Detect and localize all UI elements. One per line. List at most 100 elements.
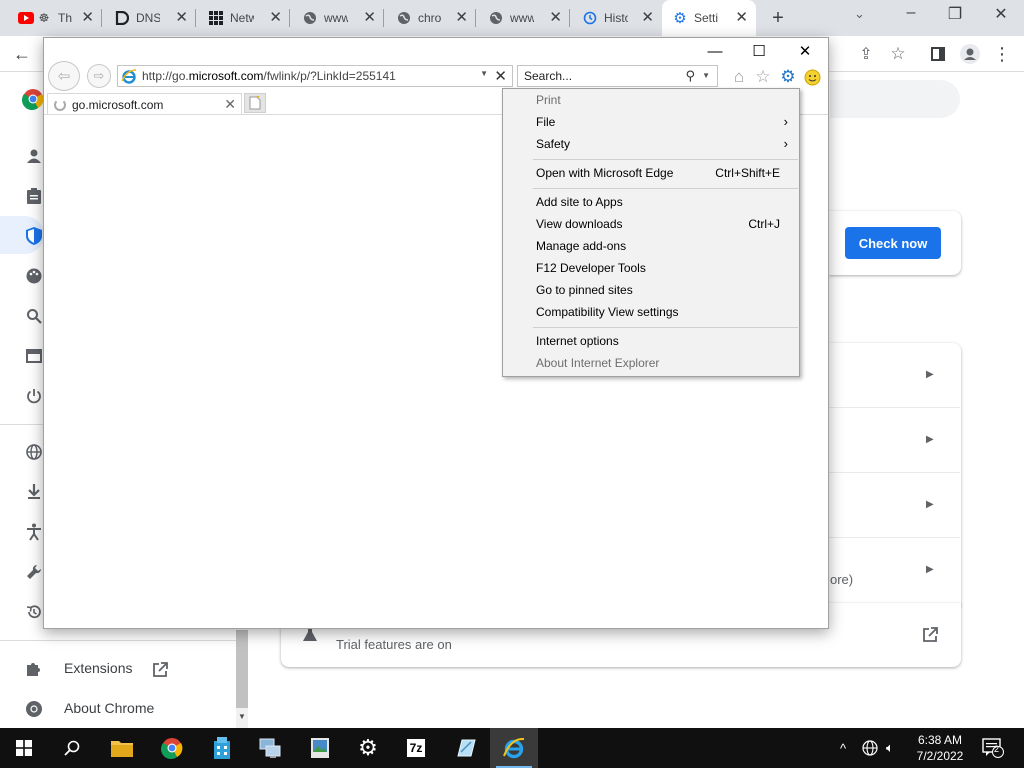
taskbar-clock[interactable]: 6:38 AM 7/2/2022 bbox=[908, 732, 972, 764]
ie-address-bar[interactable]: http://go.microsoft.com/fwlink/p/?LinkId… bbox=[117, 65, 513, 87]
menu-item-manage-addons[interactable]: Manage add-ons bbox=[536, 235, 796, 257]
shield-icon[interactable] bbox=[24, 226, 44, 246]
search-icon[interactable]: ⚲ bbox=[685, 68, 695, 84]
favorites-star-icon[interactable]: ☆ bbox=[753, 67, 773, 87]
close-window-icon[interactable]: ✕ bbox=[986, 4, 1016, 28]
wrench-icon[interactable] bbox=[24, 562, 44, 582]
notepad-pen-icon[interactable] bbox=[442, 728, 490, 768]
ie-close-icon[interactable]: ✕ bbox=[790, 43, 820, 61]
close-tab-icon[interactable]: ✕ bbox=[641, 10, 654, 26]
ie-new-tab-button[interactable] bbox=[244, 93, 266, 113]
7zip-icon[interactable]: 7z bbox=[392, 728, 440, 768]
reset-history-icon[interactable] bbox=[24, 602, 44, 622]
ie-back-button[interactable]: ⇦ bbox=[48, 61, 80, 91]
check-now-button[interactable]: Check now bbox=[845, 227, 941, 259]
tab-www-1[interactable]: www ✕ bbox=[292, 0, 384, 36]
menu-item-compatibility-view[interactable]: Compatibility View settings bbox=[536, 301, 796, 323]
menu-item-pinned-sites[interactable]: Go to pinned sites bbox=[536, 279, 796, 301]
palette-icon[interactable] bbox=[24, 266, 44, 286]
tab-network[interactable]: Netw ✕ bbox=[198, 0, 290, 36]
building-app-icon[interactable] bbox=[198, 728, 246, 768]
feedback-smiley-icon[interactable] bbox=[802, 67, 822, 87]
clipboard-icon[interactable] bbox=[24, 186, 44, 206]
ie-forward-button[interactable]: ⇨ bbox=[87, 64, 111, 88]
menu-item-internet-options[interactable]: Internet options bbox=[536, 330, 796, 352]
settings-gear-icon[interactable]: ⚙ bbox=[344, 728, 392, 768]
close-tab-icon[interactable]: ✕ bbox=[735, 10, 748, 26]
menu-item-f12-developer-tools[interactable]: F12 Developer Tools bbox=[536, 257, 796, 279]
search-icon[interactable] bbox=[24, 306, 44, 326]
scroll-down-arrow-icon[interactable]: ▼ bbox=[236, 712, 248, 726]
row-chevron-icon[interactable]: ▶ bbox=[926, 499, 934, 510]
new-tab-button[interactable]: + bbox=[768, 7, 788, 30]
menu-item-open-with-edge[interactable]: Open with Microsoft Edge Ctrl+Shift+E bbox=[536, 162, 796, 184]
side-panel-icon[interactable] bbox=[926, 42, 950, 66]
power-icon[interactable] bbox=[24, 386, 44, 406]
network-computer-icon[interactable] bbox=[246, 728, 294, 768]
network-globe-icon[interactable] bbox=[862, 728, 878, 768]
tab-dns[interactable]: DNS ✕ bbox=[104, 0, 196, 36]
chrome-about-icon[interactable] bbox=[24, 699, 44, 719]
share-icon[interactable]: ⇪ bbox=[854, 42, 878, 66]
close-tab-icon[interactable]: ✕ bbox=[363, 10, 376, 26]
start-windows-icon[interactable] bbox=[0, 728, 48, 768]
search-icon[interactable] bbox=[48, 728, 96, 768]
language-globe-icon[interactable] bbox=[24, 442, 44, 462]
tab-www-2[interactable]: www ✕ bbox=[478, 0, 570, 36]
close-tab-icon[interactable]: ✕ bbox=[224, 96, 236, 113]
restore-icon[interactable]: ❐ bbox=[940, 4, 970, 28]
stop-loading-icon[interactable]: ✕ bbox=[494, 67, 507, 85]
search-dropdown-icon[interactable]: ▼ bbox=[702, 71, 710, 80]
close-tab-icon[interactable]: ✕ bbox=[175, 10, 188, 26]
menu-item-view-downloads[interactable]: View downloads Ctrl+J bbox=[536, 213, 796, 235]
ie-maximize-icon[interactable]: ☐ bbox=[744, 43, 774, 61]
row-chevron-icon[interactable]: ▶ bbox=[926, 434, 934, 445]
back-arrow-icon[interactable]: ← bbox=[10, 42, 34, 66]
file-explorer-icon[interactable] bbox=[98, 728, 146, 768]
tray-overflow-chevron-icon[interactable]: ^ bbox=[840, 728, 846, 768]
tab-settings[interactable]: ⚙ Setti ✕ bbox=[662, 0, 756, 36]
tab-search-chevron-icon[interactable]: ⌄ bbox=[854, 6, 865, 22]
menu-item-print[interactable]: Print bbox=[536, 89, 796, 111]
extensions-link[interactable]: Extensions bbox=[64, 660, 132, 676]
menu-item-safety[interactable]: Safety › bbox=[536, 133, 796, 155]
ie-minimize-icon[interactable]: — bbox=[700, 43, 730, 61]
internet-explorer-taskbar-icon[interactable] bbox=[490, 728, 538, 768]
profile-avatar-icon[interactable] bbox=[958, 42, 982, 66]
globe-icon bbox=[396, 10, 412, 26]
chrome-taskbar-icon[interactable] bbox=[148, 728, 196, 768]
tab-youtube[interactable]: ☸ Th ✕ bbox=[8, 0, 102, 36]
download-icon[interactable] bbox=[24, 482, 44, 502]
sidebar-scrollbar-thumb[interactable] bbox=[236, 630, 248, 708]
accessibility-icon[interactable] bbox=[24, 522, 44, 542]
bookmark-star-icon[interactable]: ☆ bbox=[886, 42, 910, 66]
home-icon[interactable]: ⌂ bbox=[729, 67, 749, 87]
close-tab-icon[interactable]: ✕ bbox=[269, 10, 282, 26]
tools-gear-icon[interactable]: ⚙ bbox=[778, 67, 798, 87]
row-chevron-icon[interactable]: ▶ bbox=[926, 369, 934, 380]
close-tab-icon[interactable]: ✕ bbox=[455, 10, 468, 26]
row-chevron-icon[interactable]: ▶ bbox=[926, 564, 934, 575]
close-tab-icon[interactable]: ✕ bbox=[81, 10, 94, 26]
menu-item-file[interactable]: File › bbox=[536, 111, 796, 133]
about-chrome-link[interactable]: About Chrome bbox=[64, 700, 154, 716]
settings-search-box[interactable] bbox=[830, 80, 960, 118]
image-viewer-icon[interactable] bbox=[296, 728, 344, 768]
menu-item-add-site-to-apps[interactable]: Add site to Apps bbox=[536, 191, 796, 213]
address-dropdown-icon[interactable]: ▼ bbox=[480, 69, 488, 78]
browser-window-icon[interactable] bbox=[24, 346, 44, 366]
volume-speaker-icon[interactable]: 🔈︎ bbox=[886, 728, 894, 768]
menu-item-about-ie[interactable]: About Internet Explorer bbox=[536, 352, 796, 374]
ie-tab-go-microsoft[interactable]: go.microsoft.com ✕ bbox=[47, 93, 242, 115]
kebab-menu-icon[interactable]: ⋮ bbox=[990, 42, 1014, 66]
tab-history[interactable]: Histo ✕ bbox=[572, 0, 662, 36]
ie-search-box[interactable]: Search... ⚲ ▼ bbox=[517, 65, 718, 87]
puzzle-extensions-icon[interactable] bbox=[24, 659, 44, 679]
minimize-icon[interactable]: – bbox=[896, 4, 926, 28]
close-tab-icon[interactable]: ✕ bbox=[549, 10, 562, 26]
person-icon[interactable] bbox=[24, 146, 44, 166]
external-link-icon[interactable] bbox=[150, 660, 170, 680]
external-link-icon[interactable] bbox=[922, 627, 938, 646]
tab-chrome[interactable]: chro ✕ bbox=[386, 0, 476, 36]
notification-center-icon[interactable]: 2 bbox=[982, 728, 1004, 768]
